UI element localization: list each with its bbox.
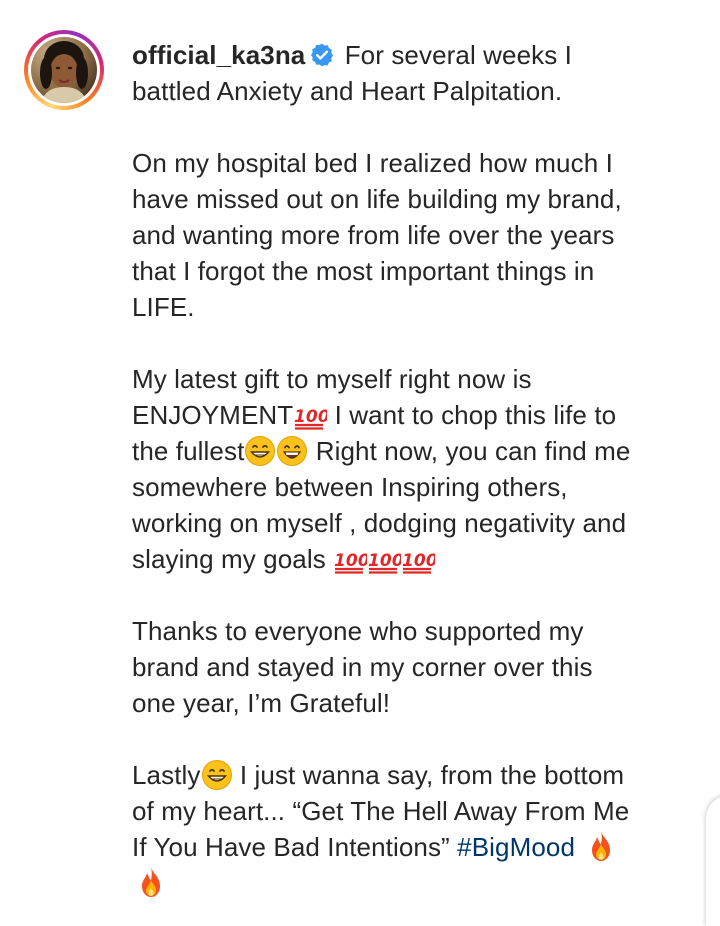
caption-paragraph-5: Lastly I just wanna say, from the bottom…	[132, 757, 632, 901]
caption-text-5a: Lastly	[132, 760, 201, 790]
hundred-points-icon: 100	[402, 551, 435, 574]
hashtag-link[interactable]: #BigMood	[457, 832, 575, 862]
verified-badge-icon	[311, 43, 334, 67]
fire-icon	[142, 867, 160, 897]
avatar[interactable]	[24, 30, 104, 110]
fire-icon	[592, 831, 611, 861]
hundred-points-icon: 100	[368, 551, 401, 574]
avatar-ring-gap	[28, 34, 100, 106]
username-link[interactable]: official_ka3na	[132, 40, 305, 70]
caption-text-2: On my hospital bed I realized how much I…	[132, 148, 622, 322]
instagram-post: official_ka3na For several weeks I battl…	[0, 0, 720, 926]
smiling-face-icon	[277, 436, 308, 466]
hundred-points-icon: 100	[334, 551, 367, 574]
profile-photo-icon	[31, 37, 97, 103]
post-caption: official_ka3na For several weeks I battl…	[132, 37, 632, 901]
caption-text-4: Thanks to everyone who supported my bran…	[132, 616, 593, 718]
caption-paragraph-4: Thanks to everyone who supported my bran…	[132, 613, 632, 721]
grinning-face-icon	[201, 760, 232, 790]
caption-paragraph-1: official_ka3na For several weeks I battl…	[132, 37, 632, 109]
caption-paragraph-3: My latest gift to myself right now is EN…	[132, 361, 632, 577]
caption-paragraph-2: On my hospital bed I realized how much I…	[132, 145, 632, 325]
partial-overlay-card	[706, 796, 720, 926]
hundred-points-icon: 100	[294, 407, 327, 430]
grinning-face-icon	[245, 436, 276, 466]
